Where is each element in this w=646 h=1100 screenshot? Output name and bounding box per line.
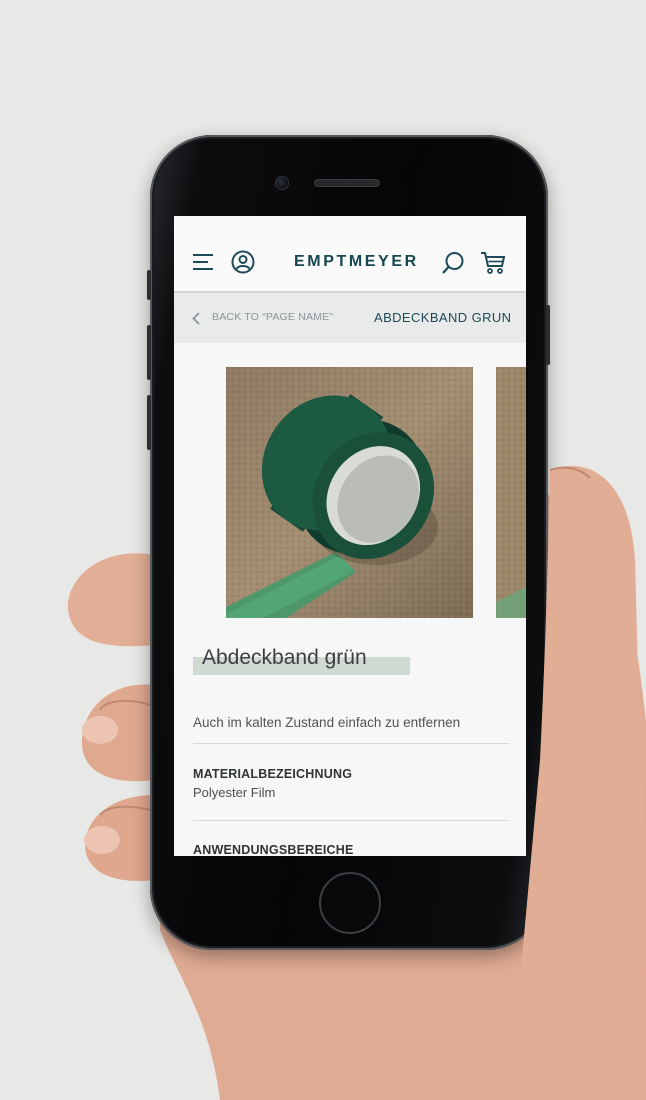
home-button[interactable] (319, 872, 381, 934)
attribute-label[interactable]: ANWENDUNGSBEREICHE (193, 843, 354, 856)
attribute-value: Polyester Film (193, 785, 276, 800)
product-detail: Abdeckband grün Auch im kalten Zustand e… (174, 343, 526, 856)
earpiece-speaker (315, 180, 379, 186)
breadcrumb: BACK TO “PAGE NAME” ABDECKBAND GRUN (174, 293, 526, 343)
power-button (546, 305, 550, 365)
product-title: Abdeckband grün (202, 646, 367, 669)
volume-down-button (147, 395, 151, 450)
brand-logo[interactable]: EMPTMEYER (294, 253, 419, 271)
product-subtitle: Auch im kalten Zustand einfach zu entfer… (193, 715, 461, 730)
product-image[interactable] (226, 367, 473, 618)
divider (193, 743, 509, 744)
attribute-label: MATERIALBEZEICHNUNG (193, 767, 353, 781)
account-icon[interactable] (231, 250, 255, 274)
breadcrumb-current: ABDECKBAND GRUN (374, 310, 512, 325)
product-image-next[interactable] (496, 367, 526, 618)
phone-screen: EMPTMEYER BACK TO “PAGE NAME” ABDECKBAND… (174, 216, 526, 856)
volume-up-button (147, 325, 151, 380)
mute-switch (147, 270, 151, 300)
search-icon[interactable] (441, 251, 465, 275)
cart-icon[interactable] (480, 250, 506, 276)
chevron-left-icon[interactable] (192, 312, 200, 325)
hand-fingers-right (520, 465, 646, 980)
back-link[interactable]: BACK TO “PAGE NAME” (212, 311, 333, 323)
menu-icon[interactable] (192, 253, 214, 271)
divider (193, 820, 509, 821)
front-camera (276, 177, 288, 189)
site-header: EMPTMEYER (174, 216, 526, 293)
